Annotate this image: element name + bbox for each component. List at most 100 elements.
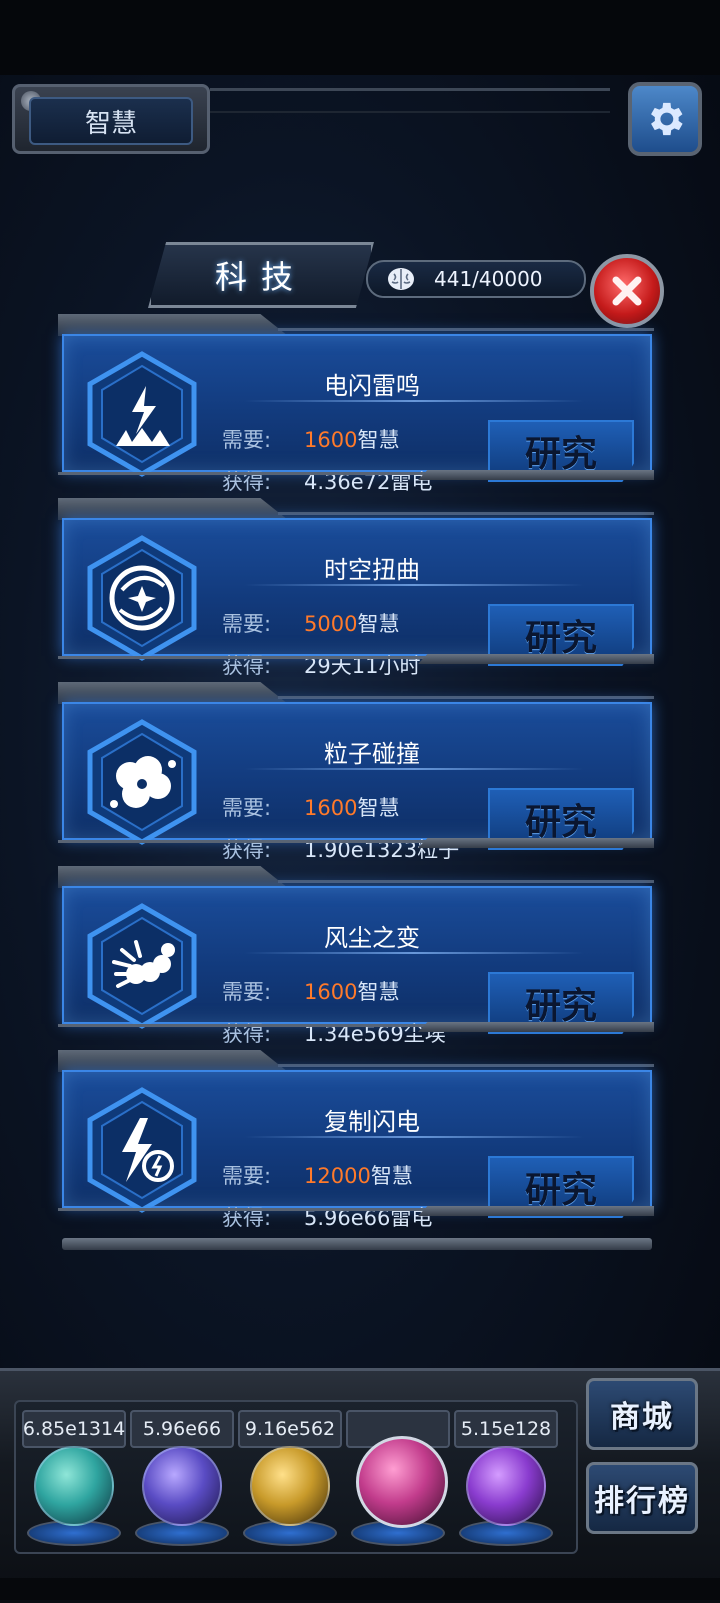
card-tab-line: [278, 328, 654, 331]
title-divider: [244, 1136, 584, 1138]
resource-amount: 5.15e128: [454, 1410, 558, 1448]
card-bottom-strip: [418, 1022, 654, 1032]
card-tab-decoration: [58, 314, 288, 336]
lightning-orb[interactable]: [142, 1446, 222, 1526]
cost-row: 需要: 12000智慧: [222, 1160, 413, 1190]
tech-name: 电闪雷鸣: [324, 372, 420, 400]
card-tab-line: [278, 696, 654, 699]
cost-value: 12000: [304, 1164, 371, 1188]
wisdom-counter: 441/40000: [366, 260, 586, 298]
resource-tab-wisdom[interactable]: 智慧: [12, 84, 210, 154]
tech-name: 复制闪电: [324, 1108, 420, 1136]
lightning-burst-icon: [87, 351, 197, 477]
cost-row: 需要: 1600智慧: [222, 976, 399, 1006]
card-tab-decoration: [58, 682, 288, 704]
card-body: 时空扭曲 需要: 5000智慧 获得: 29天11小时 研究: [62, 518, 652, 678]
cost-row: 需要: 5000智慧: [222, 608, 399, 638]
card-body: 复制闪电 需要: 12000智慧 获得: 5.96e66雷电 研究: [62, 1070, 652, 1230]
card-body: 粒子碰撞 需要: 1600智慧 获得: 1.90e1323粒子 研究: [62, 702, 652, 862]
card-tab-decoration: [58, 866, 288, 888]
tech-name: 粒子碰撞: [324, 740, 420, 768]
card-bottom-strip: [418, 654, 654, 664]
tech-card: 时空扭曲 需要: 5000智慧 获得: 29天11小时 研究: [58, 498, 654, 678]
cost-value: 1600: [304, 980, 358, 1004]
vortex-icon: [87, 535, 197, 661]
card-bottom-line: [58, 472, 428, 475]
particle-orb[interactable]: [34, 1446, 114, 1526]
status-bar: [0, 0, 720, 75]
card-bottom-line: [58, 1024, 428, 1027]
card-bottom-strip: [418, 838, 654, 848]
tech-card: 复制闪电 需要: 12000智慧 获得: 5.96e66雷电 研究: [58, 1050, 654, 1230]
panel-bottom-frame: [62, 1238, 652, 1250]
card-tab-decoration: [58, 1050, 288, 1072]
card-body: 电闪雷鸣 需要: 1600智慧 获得: 4.36e72雷电 研究: [62, 334, 652, 494]
reward-label: 获得:: [222, 1206, 272, 1230]
resource-amount: 6.85e1314: [22, 1410, 126, 1448]
title-divider: [244, 584, 584, 586]
card-tab-line: [278, 512, 654, 515]
shop-button[interactable]: 商城: [586, 1378, 698, 1450]
bottom-edge: [0, 1578, 720, 1600]
title-divider: [244, 768, 584, 770]
cost-label: 需要:: [222, 428, 272, 452]
title-divider: [244, 400, 584, 402]
card-tab-line: [278, 1064, 654, 1067]
card-bottom-strip: [418, 1206, 654, 1216]
gear-icon: [651, 102, 683, 136]
tech-card: 电闪雷鸣 需要: 1600智慧 获得: 4.36e72雷电 研究: [58, 314, 654, 494]
particle-collision-icon: [87, 719, 197, 845]
reward-label: 获得:: [222, 838, 272, 862]
card-tab-line: [278, 880, 654, 883]
wisdom-counter-value: 441/40000: [434, 267, 543, 291]
close-icon: [612, 276, 642, 306]
reward-row: 获得: 5.96e66雷电: [222, 1202, 432, 1232]
reward-row: 获得: 1.34e569尘埃: [222, 1018, 446, 1048]
cost-unit: 智慧: [357, 612, 400, 636]
title-divider: [244, 952, 584, 954]
resource-amount: 5.96e66: [130, 1410, 234, 1448]
cost-value: 5000: [304, 612, 358, 636]
tech-panel-header: 科技 441/40000: [128, 238, 648, 310]
cost-unit: 智慧: [357, 796, 400, 820]
tech-name: 时空扭曲: [324, 556, 420, 584]
cost-unit: 智慧: [357, 980, 400, 1004]
card-body: 风尘之变 需要: 1600智慧 获得: 1.34e569尘埃 研究: [62, 886, 652, 1046]
reward-row: 获得: 29天11小时: [222, 650, 420, 680]
tech-card: 风尘之变 需要: 1600智慧 获得: 1.34e569尘埃 研究: [58, 866, 654, 1046]
top-frame-decoration: [210, 88, 610, 113]
card-bottom-strip: [418, 470, 654, 480]
settings-button[interactable]: [628, 82, 702, 156]
card-bottom-line: [58, 656, 428, 659]
reward-row: 获得: 4.36e72雷电: [222, 466, 432, 496]
tech-name: 风尘之变: [324, 924, 420, 952]
resource-tab-label: 智慧: [29, 97, 193, 145]
dust-orb[interactable]: [250, 1446, 330, 1526]
cost-value: 1600: [304, 428, 358, 452]
card-bottom-line: [58, 1208, 428, 1211]
cost-row: 需要: 1600智慧: [222, 792, 399, 822]
reward-label: 获得:: [222, 654, 272, 678]
cost-label: 需要:: [222, 980, 272, 1004]
brain-icon: [388, 268, 414, 290]
cost-value: 1600: [304, 796, 358, 820]
cost-unit: 智慧: [370, 1164, 413, 1188]
wisdom-orb[interactable]: [356, 1436, 448, 1528]
reward-label: 获得:: [222, 470, 272, 494]
reward-label: 获得:: [222, 1022, 272, 1046]
card-bottom-line: [58, 840, 428, 843]
dust-storm-icon: [87, 903, 197, 1029]
cost-label: 需要:: [222, 1164, 272, 1188]
energy-orb[interactable]: [466, 1446, 546, 1526]
reward-row: 获得: 1.90e1323粒子: [222, 834, 459, 864]
ranking-button[interactable]: 排行榜: [586, 1462, 698, 1534]
cost-row: 需要: 1600智慧: [222, 424, 399, 454]
card-tab-decoration: [58, 498, 288, 520]
cost-label: 需要:: [222, 612, 272, 636]
panel-title: 科技: [148, 242, 374, 308]
cost-label: 需要:: [222, 796, 272, 820]
cost-unit: 智慧: [357, 428, 400, 452]
resource-amount: 9.16e562: [238, 1410, 342, 1448]
tech-card: 粒子碰撞 需要: 1600智慧 获得: 1.90e1323粒子 研究: [58, 682, 654, 862]
copy-lightning-icon: [87, 1087, 197, 1213]
